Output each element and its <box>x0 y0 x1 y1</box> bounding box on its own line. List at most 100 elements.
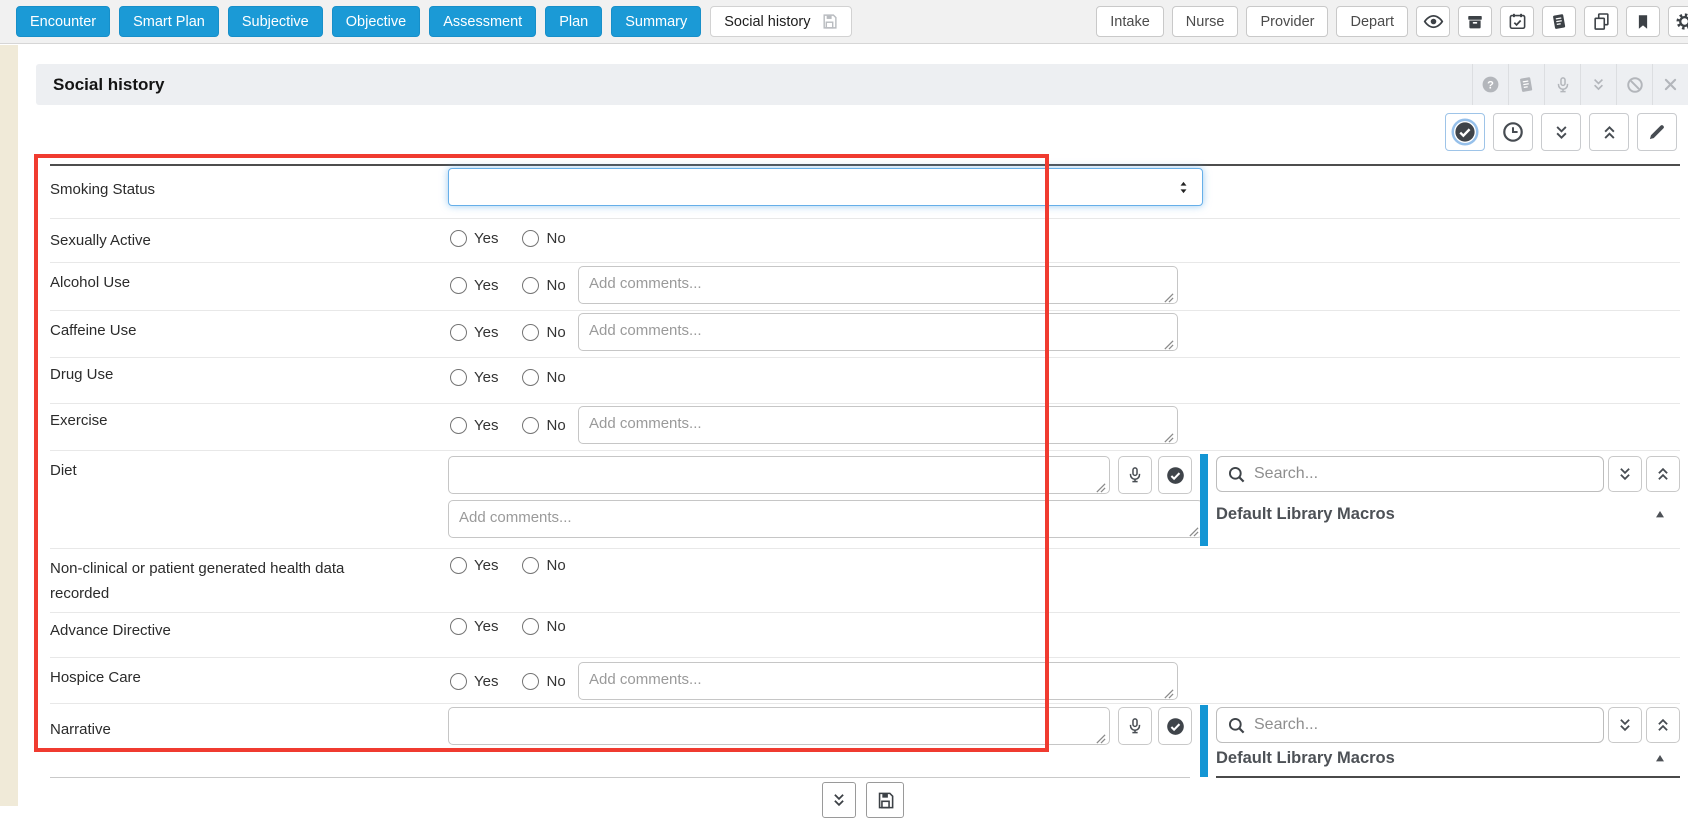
tab-objective[interactable]: Objective <box>332 6 420 37</box>
row-label-caffeine-use: Caffeine Use <box>50 318 420 343</box>
caffeine-use-no-radio[interactable] <box>522 324 539 341</box>
dictation-button[interactable] <box>1544 64 1580 105</box>
nurse-button[interactable]: Nurse <box>1172 6 1239 37</box>
macro-panel-accent-bar <box>1200 705 1208 777</box>
row-label-alcohol-use: Alcohol Use <box>50 270 420 295</box>
bookmark-button[interactable] <box>1626 6 1660 37</box>
table-bottom-border <box>50 777 1190 778</box>
double-chevron-down-icon <box>1552 123 1571 142</box>
non-clinical-yes-radio[interactable] <box>450 557 467 574</box>
footer-save-button[interactable] <box>866 782 904 818</box>
panel-toolbar <box>1445 113 1677 151</box>
archive-button[interactable] <box>1458 6 1492 37</box>
calendar-check-icon <box>1508 12 1527 31</box>
caffeine-use-yes-radio[interactable] <box>450 324 467 341</box>
book-button[interactable] <box>1542 6 1576 37</box>
diet-confirm-button[interactable] <box>1158 456 1192 494</box>
diet-macro-expand-button[interactable] <box>1608 456 1642 492</box>
tab-encounter[interactable]: Encounter <box>16 6 110 37</box>
library-button[interactable] <box>1508 64 1544 105</box>
hospice-care-radios: Yes No <box>450 669 566 693</box>
double-chevron-down-icon <box>1616 716 1634 734</box>
microphone-icon <box>1126 717 1144 735</box>
diet-macro-collapse-button[interactable] <box>1646 456 1680 492</box>
narrative-confirm-button[interactable] <box>1158 707 1192 745</box>
diet-value-textarea[interactable] <box>448 456 1110 494</box>
smoking-status-select[interactable] <box>448 168 1203 206</box>
footer-expand-button[interactable] <box>822 782 856 818</box>
narrative-macro-expand-button[interactable] <box>1608 707 1642 743</box>
non-clinical-radios: Yes No <box>450 553 566 577</box>
tab-subjective[interactable]: Subjective <box>228 6 323 37</box>
triangle-up-icon[interactable] <box>1652 506 1668 527</box>
tab-assessment[interactable]: Assessment <box>429 6 536 37</box>
eye-button[interactable] <box>1416 6 1450 37</box>
encounter-stage-buttons: Intake Nurse Provider Depart <box>1096 6 1688 37</box>
exercise-radios: Yes No <box>450 413 566 437</box>
close-button[interactable] <box>1652 64 1688 105</box>
row-label-sexually-active: Sexually Active <box>50 228 420 253</box>
exercise-comments-textarea[interactable] <box>578 406 1178 444</box>
calendar-button[interactable] <box>1500 6 1534 37</box>
triangle-up-icon[interactable] <box>1652 750 1668 771</box>
narrative-macro-section-title: Default Library Macros <box>1216 749 1395 768</box>
tab-plan[interactable]: Plan <box>545 6 602 37</box>
row-label-exercise: Exercise <box>50 408 420 433</box>
narrative-dictate-button[interactable] <box>1118 707 1152 745</box>
sexually-active-no-radio[interactable] <box>522 230 539 247</box>
caffeine-comments-textarea[interactable] <box>578 313 1178 351</box>
depart-button[interactable]: Depart <box>1336 6 1408 37</box>
narrative-macro-search <box>1216 707 1604 743</box>
cancel-button[interactable] <box>1616 64 1652 105</box>
diet-macro-search-input[interactable] <box>1254 465 1593 483</box>
double-chevron-up-icon <box>1600 123 1619 142</box>
exercise-yes-radio[interactable] <box>450 417 467 434</box>
advance-directive-no-radio[interactable] <box>522 618 539 635</box>
archive-box-icon <box>1466 13 1484 31</box>
top-tab-bar: Encounter Smart Plan Subjective Objectiv… <box>0 0 1688 44</box>
provider-button[interactable]: Provider <box>1246 6 1328 37</box>
copy-button[interactable] <box>1584 6 1618 37</box>
collapse-sections-button[interactable] <box>1589 113 1629 151</box>
non-clinical-no-radio[interactable] <box>522 557 539 574</box>
complete-button[interactable] <box>1445 113 1485 151</box>
narrative-macro-collapse-button[interactable] <box>1646 707 1680 743</box>
alcohol-comments-textarea[interactable] <box>578 266 1178 304</box>
intake-button[interactable]: Intake <box>1096 6 1164 37</box>
alcohol-use-yes-radio[interactable] <box>450 277 467 294</box>
tab-smart-plan[interactable]: Smart Plan <box>119 6 219 37</box>
exercise-no-radio[interactable] <box>522 417 539 434</box>
double-chevron-up-icon <box>1654 716 1672 734</box>
help-button[interactable] <box>1472 64 1508 105</box>
microphone-icon <box>1126 466 1144 484</box>
save-icon <box>876 791 895 810</box>
diet-macro-search <box>1216 456 1604 492</box>
panel-header-icons <box>1472 64 1688 105</box>
hospice-care-yes-radio[interactable] <box>450 673 467 690</box>
narrative-value-textarea[interactable] <box>448 707 1110 745</box>
drug-use-yes-radio[interactable] <box>450 369 467 386</box>
diet-comments-textarea[interactable] <box>448 500 1203 538</box>
diet-dictate-button[interactable] <box>1118 456 1152 494</box>
sexually-active-yes-radio[interactable] <box>450 230 467 247</box>
row-label-non-clinical: Non-clinical or patient generated health… <box>50 556 385 606</box>
settings-button[interactable] <box>1668 6 1688 37</box>
narrative-macro-search-input[interactable] <box>1254 716 1593 734</box>
tab-summary[interactable]: Summary <box>611 6 701 37</box>
tab-social-history-active[interactable]: Social history <box>710 6 851 37</box>
alcohol-use-no-radio[interactable] <box>522 277 539 294</box>
macro-panel-accent-bar <box>1200 454 1208 546</box>
history-button[interactable] <box>1493 113 1533 151</box>
copy-icon <box>1592 12 1611 31</box>
expand-sections-button[interactable] <box>1541 113 1581 151</box>
book-icon <box>1550 12 1569 31</box>
hospice-comments-textarea[interactable] <box>578 662 1178 700</box>
drug-use-no-radio[interactable] <box>522 369 539 386</box>
double-chevron-down-icon <box>1616 465 1634 483</box>
book-icon <box>1517 75 1536 94</box>
hospice-care-no-radio[interactable] <box>522 673 539 690</box>
row-label-smoking-status: Smoking Status <box>50 177 420 202</box>
advance-directive-yes-radio[interactable] <box>450 618 467 635</box>
edit-button[interactable] <box>1637 113 1677 151</box>
expand-all-button[interactable] <box>1580 64 1616 105</box>
